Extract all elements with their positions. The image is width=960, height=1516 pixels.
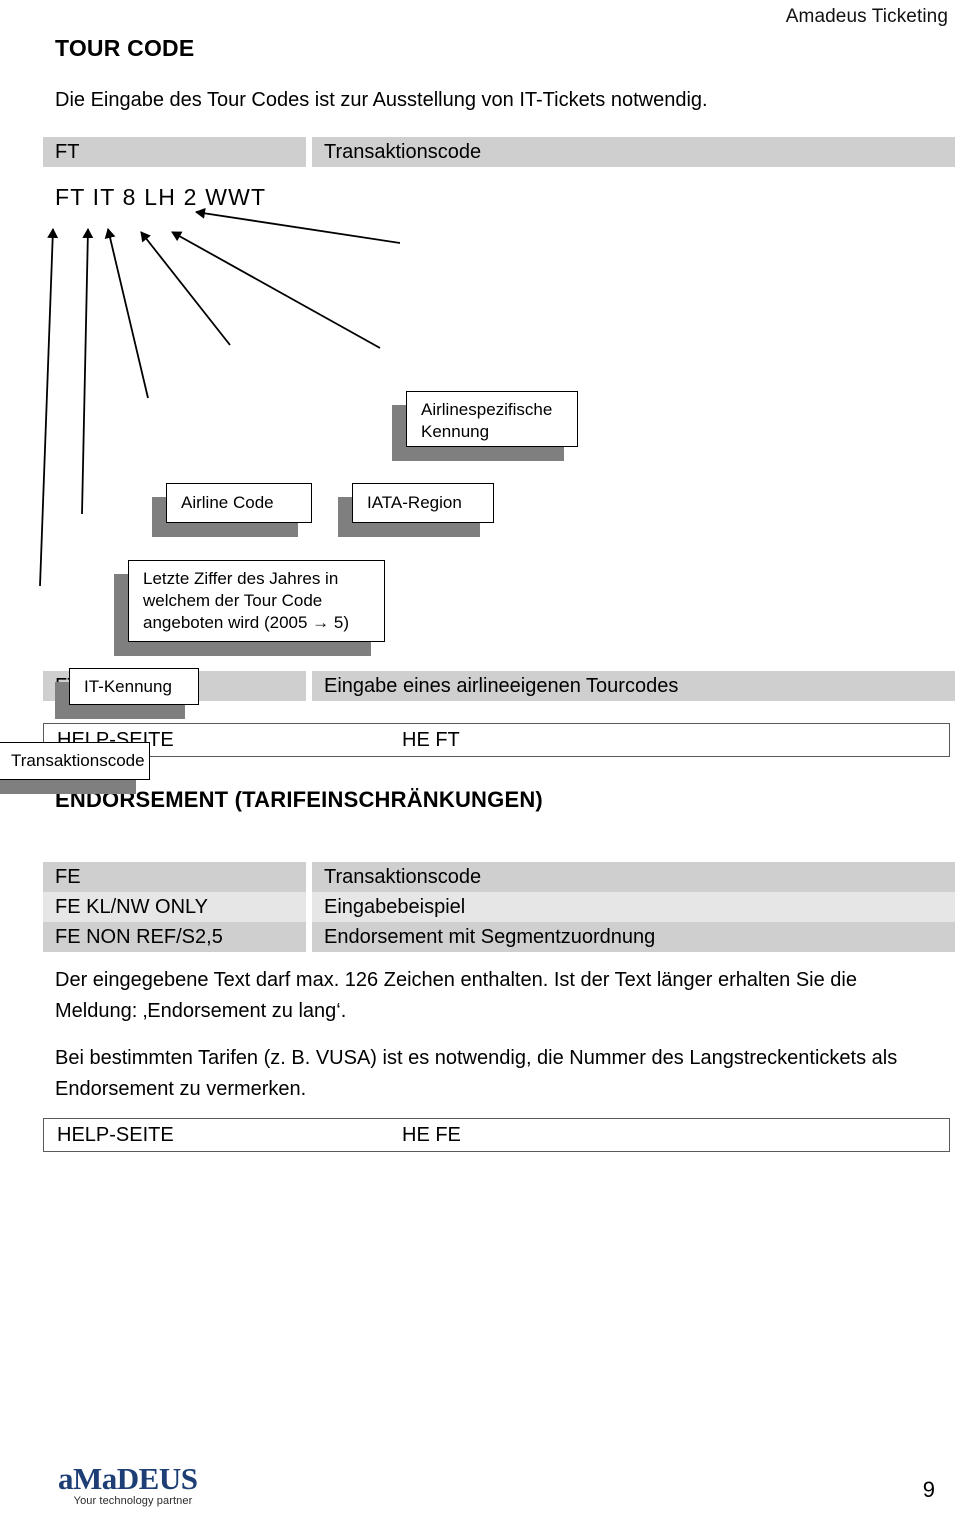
endorsement-vusa-paragraph: Bei bestimmten Tarifen (z. B. VUSA) ist … xyxy=(55,1047,898,1100)
callout-iata-region: IATA-Region xyxy=(352,483,494,523)
help-page-label: HELP-SEITE xyxy=(57,1123,174,1146)
document-page: Amadeus Ticketing TOUR CODE Die Eingabe … xyxy=(0,0,960,1516)
amadeus-logo-tagline: Your technology partner xyxy=(73,1495,193,1507)
callout-airline-code: Airline Code xyxy=(166,483,312,523)
arrow-it-kennung xyxy=(81,228,94,515)
table-cell-description: Endorsement mit Segmentzuordnung xyxy=(312,922,955,952)
table-row: FT Transaktionscode xyxy=(43,137,955,167)
callout-transaktionscode: Transaktionscode xyxy=(0,742,150,780)
help-page-box-fe: HELP-SEITE HE FE xyxy=(43,1118,950,1152)
table-cell-command: FE KL/NW ONLY xyxy=(43,892,306,922)
arrow-transaktionscode xyxy=(39,228,59,587)
arrow-airline-code xyxy=(140,231,231,346)
table-cell-description: Transaktionscode xyxy=(312,862,955,892)
tour-code-command-table: FT Transaktionscode xyxy=(43,137,955,167)
tour-code-intro-paragraph: Die Eingabe des Tour Codes ist zur Ausst… xyxy=(55,89,708,111)
table-cell-command: FT xyxy=(43,137,306,167)
endorsement-max-chars-paragraph: Der eingegebene Text darf max. 126 Zeich… xyxy=(55,969,857,1022)
callout-airlinespezifische-kennung: Airlinespezifische Kennung xyxy=(406,391,578,447)
table-cell-description: Eingabebeispiel xyxy=(312,892,955,922)
tour-code-breakdown-diagram: FT IT 8 LH 2 WWT Airlinespezifische Kenn… xyxy=(0,170,960,794)
table-cell-command: FE xyxy=(43,862,306,892)
page-number: 9 xyxy=(922,1477,935,1502)
help-page-value: HE FT xyxy=(402,728,460,751)
table-row: FE NON REF/S2,5 Endorsement mit Segmentz… xyxy=(43,922,955,952)
callout-letzte-ziffer: Letzte Ziffer des Jahres in welchem der … xyxy=(128,560,385,642)
amadeus-logo-wordmark: aMaDEUS xyxy=(58,1461,198,1496)
table-cell-description: Transaktionscode xyxy=(312,137,955,167)
arrow-iata-region xyxy=(171,231,381,349)
arrow-letzte-ziffer xyxy=(104,228,149,399)
callout-it-kennung: IT-Kennung xyxy=(69,668,199,705)
page-title-tour-code: TOUR CODE xyxy=(55,35,195,61)
header-brand: Amadeus Ticketing xyxy=(785,6,948,27)
help-page-value: HE FE xyxy=(402,1123,461,1146)
arrow-airlinespezifische xyxy=(195,207,401,244)
table-cell-command: FE NON REF/S2,5 xyxy=(43,922,306,952)
amadeus-logo: aMaDEUS Your technology partner xyxy=(58,1461,238,1507)
table-row: FE KL/NW ONLY Eingabebeispiel xyxy=(43,892,955,922)
endorsement-command-table: FE Transaktionscode FE KL/NW ONLY Eingab… xyxy=(43,862,955,952)
table-cell-description: Eingabe eines airlineeigenen Tourcodes xyxy=(312,671,955,701)
table-row: FE Transaktionscode xyxy=(43,862,955,892)
help-page-box-ft: HELP-SEITE HE FT xyxy=(43,723,950,757)
